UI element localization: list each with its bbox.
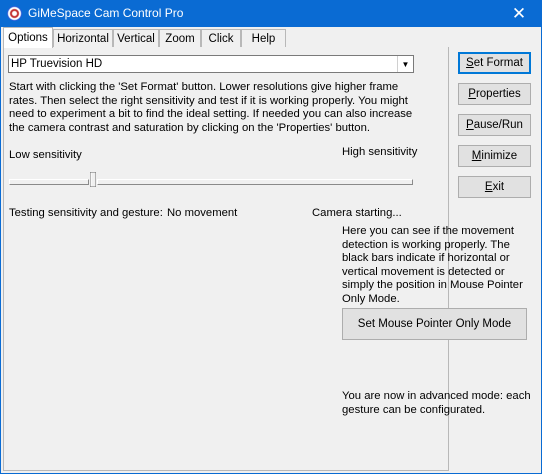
minimize-button[interactable]: Minimize bbox=[458, 145, 531, 167]
tab-label: Vertical bbox=[117, 32, 155, 45]
button-label: Set Format bbox=[466, 57, 523, 69]
tab-zoom[interactable]: Zoom bbox=[159, 29, 201, 47]
tab-label: Click bbox=[208, 32, 234, 45]
tab-horizontal[interactable]: Horizontal bbox=[53, 29, 113, 47]
intro-text: Start with clicking the 'Set Format' but… bbox=[9, 81, 413, 134]
sensitivity-slider[interactable] bbox=[9, 172, 413, 187]
button-label: Exit bbox=[484, 181, 505, 193]
pause-run-button[interactable]: Pause/Run bbox=[458, 114, 531, 136]
slider-thumb[interactable] bbox=[90, 172, 96, 187]
high-sensitivity-label: High sensitivity bbox=[342, 146, 418, 158]
advanced-mode-text: You are now in advanced mode: each gestu… bbox=[342, 390, 531, 416]
tab-label: Options bbox=[8, 32, 48, 44]
testing-label: Testing sensitivity and gesture: bbox=[9, 207, 163, 219]
set-mouse-pointer-mode-button[interactable]: Set Mouse Pointer Only Mode bbox=[342, 308, 527, 340]
window-client-area: Options Horizontal Vertical Zoom Click H… bbox=[0, 27, 542, 474]
slider-track-right bbox=[97, 179, 413, 185]
movement-status: No movement bbox=[167, 207, 238, 219]
camera-select-value: HP Truevision HD bbox=[11, 58, 103, 70]
camera-status: Camera starting... bbox=[312, 207, 402, 219]
movement-info-text: Here you can see if the movement detecti… bbox=[342, 225, 523, 305]
tab-help[interactable]: Help bbox=[241, 29, 286, 47]
low-sensitivity-label: Low sensitivity bbox=[9, 149, 82, 161]
properties-button[interactable]: Properties bbox=[458, 83, 531, 105]
chevron-down-icon[interactable]: ▼ bbox=[397, 56, 413, 72]
close-button[interactable]: ✕ bbox=[496, 0, 542, 27]
window-title: GiMeSpace Cam Control Pro bbox=[28, 6, 184, 20]
tab-click[interactable]: Click bbox=[201, 29, 241, 47]
tab-label: Help bbox=[251, 32, 276, 45]
exit-button[interactable]: Exit bbox=[458, 176, 531, 198]
title-bar[interactable]: GiMeSpace Cam Control Pro ✕ bbox=[0, 0, 542, 27]
button-label: Properties bbox=[468, 88, 521, 100]
set-format-button[interactable]: Set Format bbox=[458, 52, 531, 74]
tab-vertical[interactable]: Vertical bbox=[113, 29, 159, 47]
app-logo-icon bbox=[7, 6, 22, 21]
tab-label: Zoom bbox=[165, 32, 195, 45]
button-label: Pause/Run bbox=[466, 119, 523, 131]
tab-options[interactable]: Options bbox=[3, 27, 53, 48]
camera-select[interactable]: HP Truevision HD ▼ bbox=[8, 55, 414, 73]
slider-track-left bbox=[9, 179, 89, 185]
button-label: Minimize bbox=[471, 150, 518, 162]
tab-label: Horizontal bbox=[57, 32, 109, 45]
